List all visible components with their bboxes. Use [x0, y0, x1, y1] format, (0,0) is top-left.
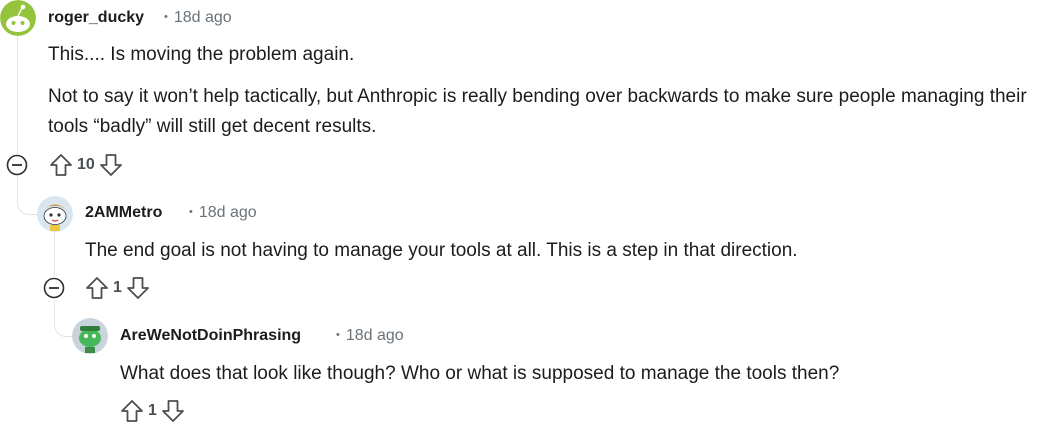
vote-count: 10 [77, 156, 95, 173]
thread-line-1 [17, 36, 18, 154]
thread-line-2 [54, 232, 55, 276]
meta-separator: • [336, 329, 340, 341]
comment-paragraph: This.... Is moving the problem again. [48, 44, 355, 65]
meta-separator: • [164, 11, 168, 23]
vote-bar: 1 [84, 275, 151, 301]
collapse-thread-icon[interactable] [6, 154, 28, 176]
comment-body: This.... Is moving the problem again. No… [48, 40, 1038, 142]
thread-line-2-branch [54, 300, 55, 320]
comment-time: • 18d ago [164, 9, 232, 27]
snoo-avatar-icon [72, 318, 108, 354]
timestamp: 18d ago [173, 9, 232, 26]
snoo-avatar-icon [37, 196, 73, 232]
timestamp: 18d ago [345, 327, 404, 344]
timestamp: 18d ago [198, 204, 257, 221]
avatar[interactable] [0, 0, 36, 36]
author-name[interactable]: 2AMMetro [85, 204, 162, 222]
avatar[interactable] [37, 196, 73, 232]
upvote-icon[interactable] [48, 152, 74, 178]
author-name[interactable]: roger_ducky [48, 9, 144, 27]
comment-body: The end goal is not having to manage you… [85, 236, 1035, 266]
vote-bar: 10 [48, 152, 124, 178]
comment-paragraph: Not to say it won’t help tactically, but… [48, 86, 1027, 137]
comment-time: • 18d ago [189, 204, 257, 222]
comment-time: • 18d ago [336, 327, 404, 345]
vote-count: 1 [113, 279, 122, 296]
author-name[interactable]: AreWeNotDoinPhrasing [120, 327, 301, 345]
downvote-icon[interactable] [98, 152, 124, 178]
upvote-icon[interactable] [119, 398, 145, 424]
comment-paragraph: What does that look like though? Who or … [120, 363, 840, 384]
comment-body: What does that look like though? Who or … [120, 359, 1040, 389]
snoo-avatar-icon [0, 0, 36, 36]
upvote-icon[interactable] [84, 275, 110, 301]
vote-bar: 1 [119, 398, 186, 424]
collapse-thread-icon[interactable] [43, 277, 65, 299]
meta-separator: • [189, 206, 193, 218]
thread-curve-1 [17, 196, 38, 215]
avatar[interactable] [72, 318, 108, 354]
comment-paragraph: The end goal is not having to manage you… [85, 240, 798, 261]
vote-count: 1 [148, 402, 157, 419]
downvote-icon[interactable] [125, 275, 151, 301]
downvote-icon[interactable] [160, 398, 186, 424]
